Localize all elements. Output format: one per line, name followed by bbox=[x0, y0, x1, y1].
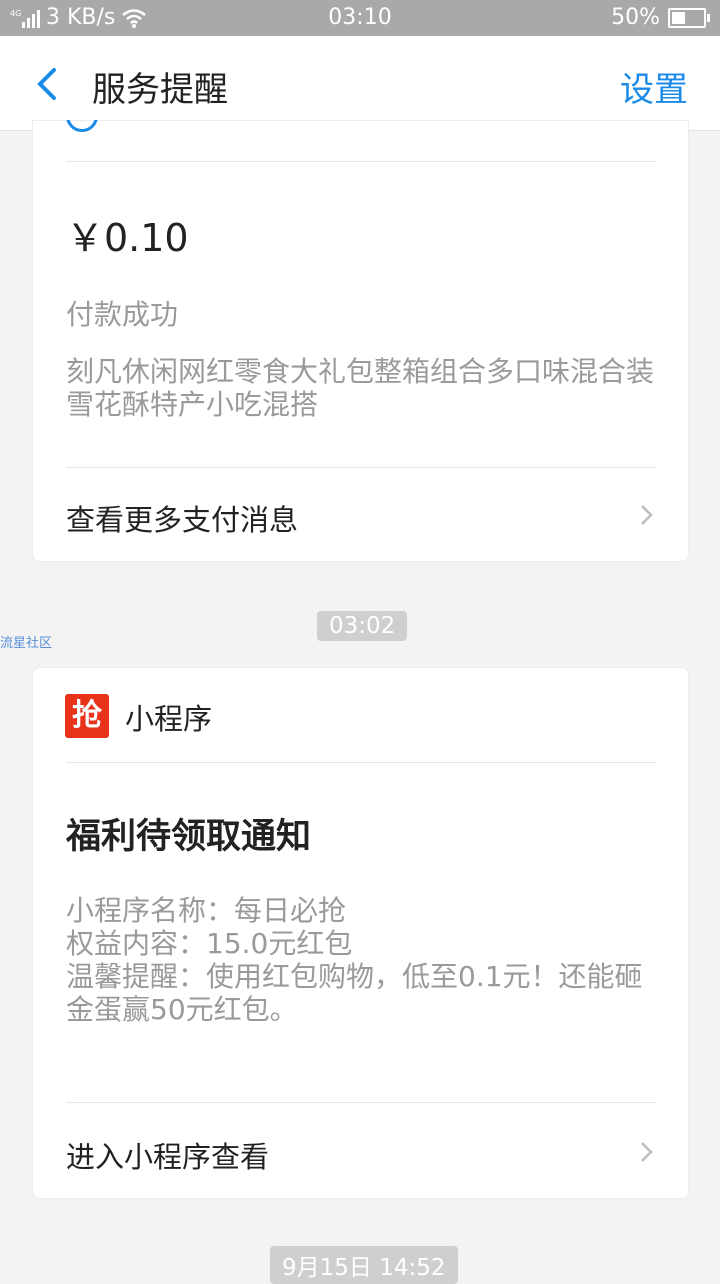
card-divider bbox=[66, 467, 656, 468]
battery-level bbox=[672, 11, 685, 24]
page-title: 服务提醒 bbox=[92, 70, 228, 110]
chevron-right-icon bbox=[641, 505, 653, 525]
notice-line: 小程序名称：每日必抢 bbox=[66, 894, 347, 927]
battery-percent: 50% bbox=[611, 5, 660, 30]
battery-icon bbox=[668, 7, 710, 28]
watermark-text: 流星社区 bbox=[0, 636, 53, 651]
message-timestamp: 03:02 bbox=[317, 611, 408, 641]
back-arrow-icon[interactable] bbox=[28, 62, 72, 106]
card-divider bbox=[66, 762, 656, 763]
more-payments-link[interactable]: 查看更多支付消息 bbox=[66, 497, 298, 539]
payment-amount: ￥0.10 bbox=[66, 216, 189, 260]
open-mini-program-link[interactable]: 进入小程序查看 bbox=[66, 1134, 269, 1176]
payment-status: 付款成功 bbox=[66, 298, 179, 331]
app-logo-icon bbox=[66, 120, 98, 132]
notice-line: 权益内容：15.0元红包 bbox=[66, 927, 353, 960]
message-timestamp: 9月15日 14:52 bbox=[270, 1246, 458, 1284]
mini-program-logo-icon: 抢 bbox=[65, 694, 109, 738]
card-source-label: 小程序 bbox=[125, 702, 213, 736]
card-divider bbox=[66, 1102, 656, 1103]
payment-description: 刻凡休闲网红零食大礼包整箱组合多口味混合装雪花酥特产小吃混搭 bbox=[66, 355, 655, 421]
status-bar: 4G 3 KB/s 03:10 50% bbox=[0, 0, 720, 36]
chevron-right-icon bbox=[641, 1142, 653, 1162]
notice-title: 福利待领取通知 bbox=[66, 817, 312, 857]
payment-card: ￥0.10 付款成功 刻凡休闲网红零食大礼包整箱组合多口味混合装雪花酥特产小吃混… bbox=[32, 120, 689, 562]
notice-body: 小程序名称：每日必抢 权益内容：15.0元红包 温馨提醒：使用红包购物，低至0.… bbox=[66, 894, 666, 1026]
notice-line: 温馨提醒：使用红包购物，低至0.1元！还能砸金蛋赢50元红包。 bbox=[66, 960, 643, 1026]
status-right: 50% bbox=[611, 5, 710, 30]
card-divider bbox=[66, 161, 656, 162]
mini-program-card: 抢 小程序 福利待领取通知 小程序名称：每日必抢 权益内容：15.0元红包 温馨… bbox=[32, 667, 689, 1199]
nav-bar: 服务提醒 设置 bbox=[0, 36, 720, 131]
settings-button[interactable]: 设置 bbox=[620, 62, 688, 111]
